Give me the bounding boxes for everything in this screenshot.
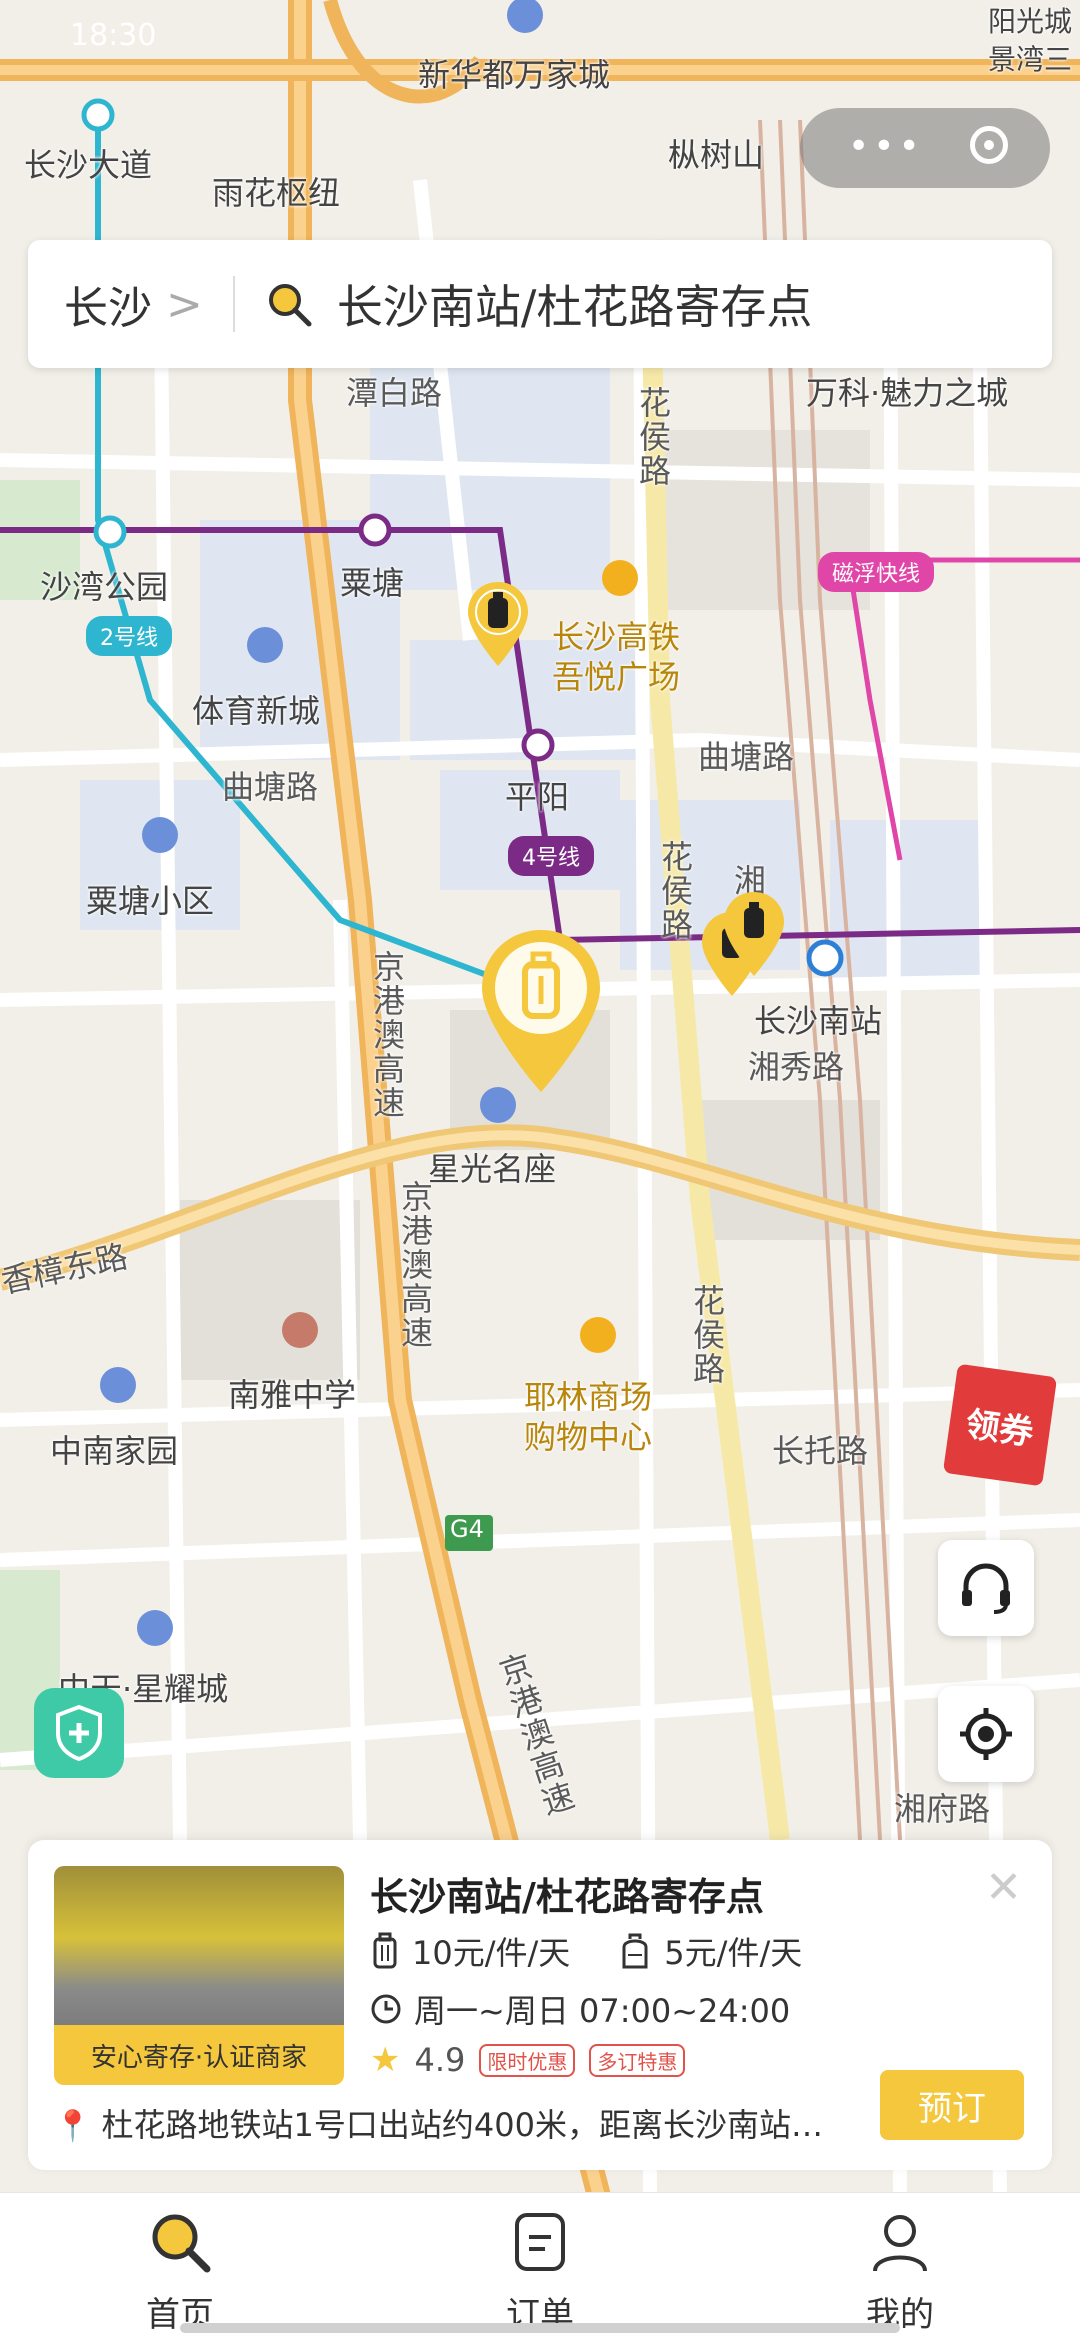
metro-line4-tag: 4号线	[508, 836, 594, 876]
map-label-huahou-1: 花侯路	[634, 386, 672, 488]
book-button-label: 预订	[918, 2088, 986, 2129]
map-label-xingguang: 星光名座	[428, 1150, 557, 1188]
map-label-wanke: 万科·魅力之城	[806, 374, 1009, 412]
location-pin-icon: 📍	[54, 2109, 92, 2144]
map-label-jgao-1: 京港澳高速	[368, 950, 406, 1120]
suitcase-icon	[373, 1932, 397, 1969]
user-icon	[873, 2215, 927, 2272]
search-bar[interactable]: 长沙 > 长沙南站/杜花路寄存点	[28, 240, 1052, 368]
metro-line2-tag: 2号线	[86, 616, 172, 656]
map-label-tiyu: 体育新城	[192, 692, 321, 730]
storage-pin-1[interactable]	[466, 580, 530, 670]
customer-service-button[interactable]	[938, 1540, 1034, 1636]
map-label-xiangfu: 湘府路	[894, 1790, 991, 1828]
status-bar: 18:30	[70, 18, 1020, 68]
metro-maglev-tag: 磁浮快线	[818, 552, 935, 592]
store-card[interactable]: 安心寄存·认证商家 长沙南站/杜花路寄存点 ✕ 10元/件/天 5元/件/天 周…	[28, 1840, 1052, 2170]
address-text: 杜花路地铁站1号口出站约400米，距离长沙南站…	[101, 2106, 823, 2144]
divider	[232, 276, 235, 332]
locate-icon	[960, 1708, 1012, 1760]
selected-storage-pin[interactable]	[478, 926, 604, 1096]
price-row: 10元/件/天 5元/件/天	[370, 1928, 802, 1974]
map-label-qutang-1: 曲塘路	[222, 768, 319, 806]
map-label-pingyang: 平阳	[505, 778, 570, 816]
map-label-g4: G4	[450, 1515, 484, 1543]
clock-icon	[371, 1994, 401, 2024]
map-label-tanbai: 潭白路	[346, 374, 443, 412]
rating-value: 4.9	[414, 2041, 466, 2079]
book-button[interactable]: 预订	[880, 2070, 1024, 2140]
star-icon: ★	[370, 2040, 401, 2080]
shield-plus-icon	[56, 1705, 102, 1761]
promo-tag-1: 限时优惠	[479, 2043, 576, 2077]
more-dots-icon[interactable]: •••	[848, 126, 924, 167]
home-indicator	[180, 2323, 900, 2333]
map-label-qutang-2: 曲塘路	[698, 738, 795, 776]
headset-icon	[962, 1563, 1010, 1614]
bottom-tab-bar: 首页 订单 我的	[0, 2192, 1080, 2341]
map-label-shawan-park: 沙湾公园	[40, 568, 169, 606]
certified-badge: 安心寄存·认证商家	[54, 2025, 344, 2085]
price-large: 10元/件/天	[412, 1934, 571, 1972]
map-label-cs-gaotie-2: 吾悦广场	[552, 658, 681, 696]
rating-row: ★ 4.9 限时优惠 多订特惠	[370, 2040, 686, 2080]
map-label-yuhua-shuniu: 雨花枢纽	[212, 174, 341, 212]
map-label-yelin-2: 购物中心	[524, 1418, 653, 1456]
price-small: 5元/件/天	[664, 1934, 803, 1972]
close-icon[interactable]: ✕	[985, 1862, 1022, 1913]
map-label-changsha-dadao: 长沙大道	[24, 146, 153, 184]
map-label-litang-xiaoqu: 粟塘小区	[86, 882, 215, 920]
miniprogram-capsule: •••	[800, 108, 1050, 188]
store-title: 长沙南站/杜花路寄存点	[370, 1875, 764, 1919]
search-icon	[152, 2214, 211, 2273]
storage-pin-3[interactable]	[722, 890, 786, 980]
hours-text: 周一~周日 07:00~24:00	[414, 1992, 791, 2030]
order-icon	[515, 2213, 565, 2271]
status-time: 18:30	[70, 18, 157, 53]
tab-home[interactable]: 首页	[90, 2207, 270, 2336]
map-label-zhongnan: 中南家园	[50, 1432, 179, 1470]
chevron-right-icon: >	[166, 278, 203, 330]
map-label-jgao-2: 京港澳高速	[396, 1180, 434, 1350]
map-label-litang-station: 粟塘	[340, 564, 405, 602]
map-label-xiangxiu: 湘秀路	[748, 1048, 845, 1086]
hours-row: 周一~周日 07:00~24:00	[370, 1986, 790, 2032]
map-label-huahou-3: 花侯路	[688, 1284, 726, 1386]
map-label-nanya: 南雅中学	[228, 1376, 357, 1414]
map-label-changtuo: 长托路	[772, 1432, 869, 1470]
safety-shield-button[interactable]	[34, 1688, 124, 1778]
backpack-icon	[622, 1933, 648, 1969]
map-label-huahou-2: 花侯路	[656, 840, 694, 942]
promo-tag-2: 多订特惠	[589, 2043, 686, 2077]
coupon-label: 领券	[963, 1403, 1036, 1454]
city-selector[interactable]: 长沙	[64, 272, 152, 336]
close-target-icon[interactable]	[970, 126, 1008, 164]
tab-profile[interactable]: 我的	[810, 2207, 990, 2336]
coupon-redpacket-button[interactable]: 领券	[942, 1363, 1058, 1487]
search-input[interactable]: 长沙南站/杜花路寄存点	[337, 271, 813, 337]
search-icon	[265, 280, 313, 328]
locate-me-button[interactable]	[938, 1686, 1034, 1782]
map-label-fengshu: 枞树山	[668, 136, 765, 174]
address-row: 📍 杜花路地铁站1号口出站约400米，距离长沙南站…	[54, 2100, 874, 2146]
map-label-cs-south: 长沙南站	[754, 1002, 883, 1040]
tab-orders[interactable]: 订单	[450, 2207, 630, 2336]
